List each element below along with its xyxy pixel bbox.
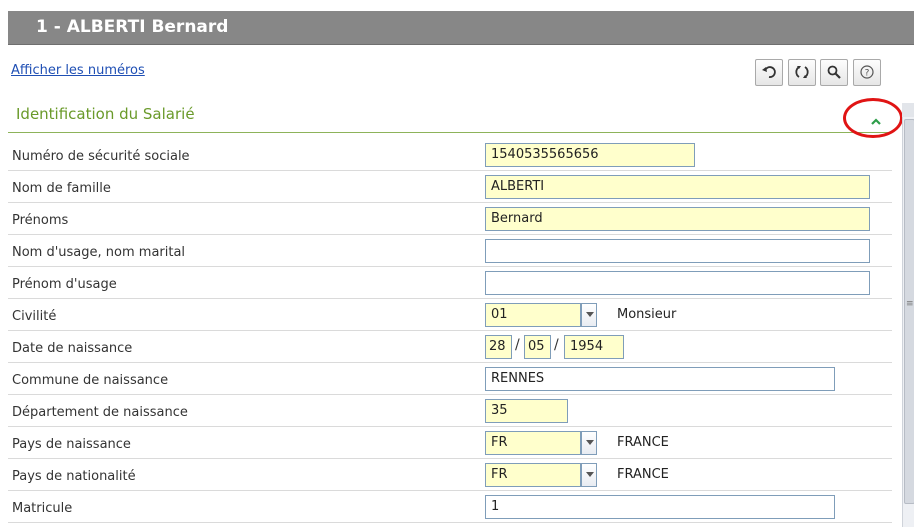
row-civilite: Civilité 01 Monsieur bbox=[8, 299, 892, 331]
pays-nationalite-text: FRANCE bbox=[617, 467, 669, 482]
prenom-usage-input[interactable] bbox=[485, 271, 870, 295]
commune-naissance-label: Commune de naissance bbox=[12, 373, 169, 388]
section-divider bbox=[8, 132, 892, 133]
row-commune-naissance: Commune de naissance RENNES bbox=[8, 363, 892, 395]
nom-usage-label: Nom d'usage, nom marital bbox=[12, 245, 186, 260]
pays-nationalite-dropdown-button[interactable] bbox=[581, 463, 597, 487]
pays-naissance-select[interactable]: FR bbox=[485, 431, 581, 455]
nir-input[interactable]: 1540535565656 bbox=[485, 143, 695, 167]
departement-naissance-label: Département de naissance bbox=[12, 405, 188, 420]
pays-nationalite-select[interactable]: FR bbox=[485, 463, 581, 487]
undo-icon bbox=[762, 66, 776, 78]
chevron-down-icon bbox=[586, 472, 594, 477]
chevron-down-icon bbox=[586, 440, 594, 445]
help-button[interactable]: ? bbox=[853, 59, 881, 86]
employee-panel: 1 - ALBERTI Bernard Afficher les numéros… bbox=[8, 11, 914, 527]
pays-naissance-label: Pays de naissance bbox=[12, 437, 131, 452]
scroll-up-button[interactable] bbox=[902, 103, 914, 117]
row-nir: Numéro de sécurité sociale 1540535565656 bbox=[8, 139, 892, 171]
search-icon bbox=[827, 65, 841, 79]
civilite-label: Civilité bbox=[12, 309, 57, 324]
nom-label: Nom de famille bbox=[12, 181, 111, 196]
scroll-thumb[interactable] bbox=[904, 119, 914, 504]
civilite-select[interactable]: 01 bbox=[485, 303, 581, 327]
row-date-naissance: Date de naissance 28 / 05 / 1954 bbox=[8, 331, 892, 363]
row-pays-naissance: Pays de naissance FR FRANCE bbox=[8, 427, 892, 459]
help-icon: ? bbox=[860, 65, 874, 79]
svg-text:?: ? bbox=[865, 69, 870, 79]
page-title: 1 - ALBERTI Bernard bbox=[36, 17, 229, 37]
row-nom: Nom de famille ALBERTI bbox=[8, 171, 892, 203]
prenoms-input[interactable]: Bernard bbox=[485, 207, 870, 231]
row-departement-naissance: Département de naissance 35 bbox=[8, 395, 892, 427]
date-separator: / bbox=[515, 337, 520, 353]
date-naissance-label: Date de naissance bbox=[12, 341, 133, 356]
nir-label: Numéro de sécurité sociale bbox=[12, 149, 190, 164]
nom-usage-input[interactable] bbox=[485, 239, 870, 263]
section-title: Identification du Salarié bbox=[16, 105, 195, 123]
departement-naissance-input[interactable]: 35 bbox=[485, 399, 568, 423]
row-pays-nationalite: Pays de nationalité FR FRANCE bbox=[8, 459, 892, 491]
civilite-dropdown-button[interactable] bbox=[581, 303, 597, 327]
prenom-usage-label: Prénom d'usage bbox=[12, 277, 117, 292]
row-matricule: Matricule 1 bbox=[8, 491, 892, 523]
title-bar: 1 - ALBERTI Bernard bbox=[8, 11, 914, 45]
chevron-down-icon bbox=[586, 312, 594, 317]
matricule-label: Matricule bbox=[12, 501, 73, 516]
undo-button[interactable] bbox=[755, 59, 783, 86]
birth-month-input[interactable]: 05 bbox=[524, 335, 551, 359]
show-numbers-link[interactable]: Afficher les numéros bbox=[11, 63, 145, 78]
matricule-input[interactable]: 1 bbox=[485, 495, 835, 519]
pays-naissance-dropdown-button[interactable] bbox=[581, 431, 597, 455]
birth-year-input[interactable]: 1954 bbox=[564, 335, 624, 359]
birth-day-input[interactable]: 28 bbox=[485, 335, 512, 359]
civilite-text: Monsieur bbox=[617, 307, 677, 322]
commune-naissance-input[interactable]: RENNES bbox=[485, 367, 835, 391]
nom-input[interactable]: ALBERTI bbox=[485, 175, 870, 199]
pays-nationalite-label: Pays de nationalité bbox=[12, 469, 136, 484]
row-prenom-usage: Prénom d'usage bbox=[8, 267, 892, 299]
date-separator: / bbox=[554, 337, 559, 353]
prenoms-label: Prénoms bbox=[12, 213, 69, 228]
row-prenoms: Prénoms Bernard bbox=[8, 203, 892, 235]
refresh-icon bbox=[795, 66, 809, 78]
pays-naissance-text: FRANCE bbox=[617, 435, 669, 450]
highlight-circle bbox=[843, 98, 903, 138]
scroll-grip-icon: ≡ bbox=[906, 299, 914, 309]
refresh-button[interactable] bbox=[788, 59, 816, 86]
search-button[interactable] bbox=[820, 59, 848, 86]
row-nom-usage: Nom d'usage, nom marital bbox=[8, 235, 892, 267]
